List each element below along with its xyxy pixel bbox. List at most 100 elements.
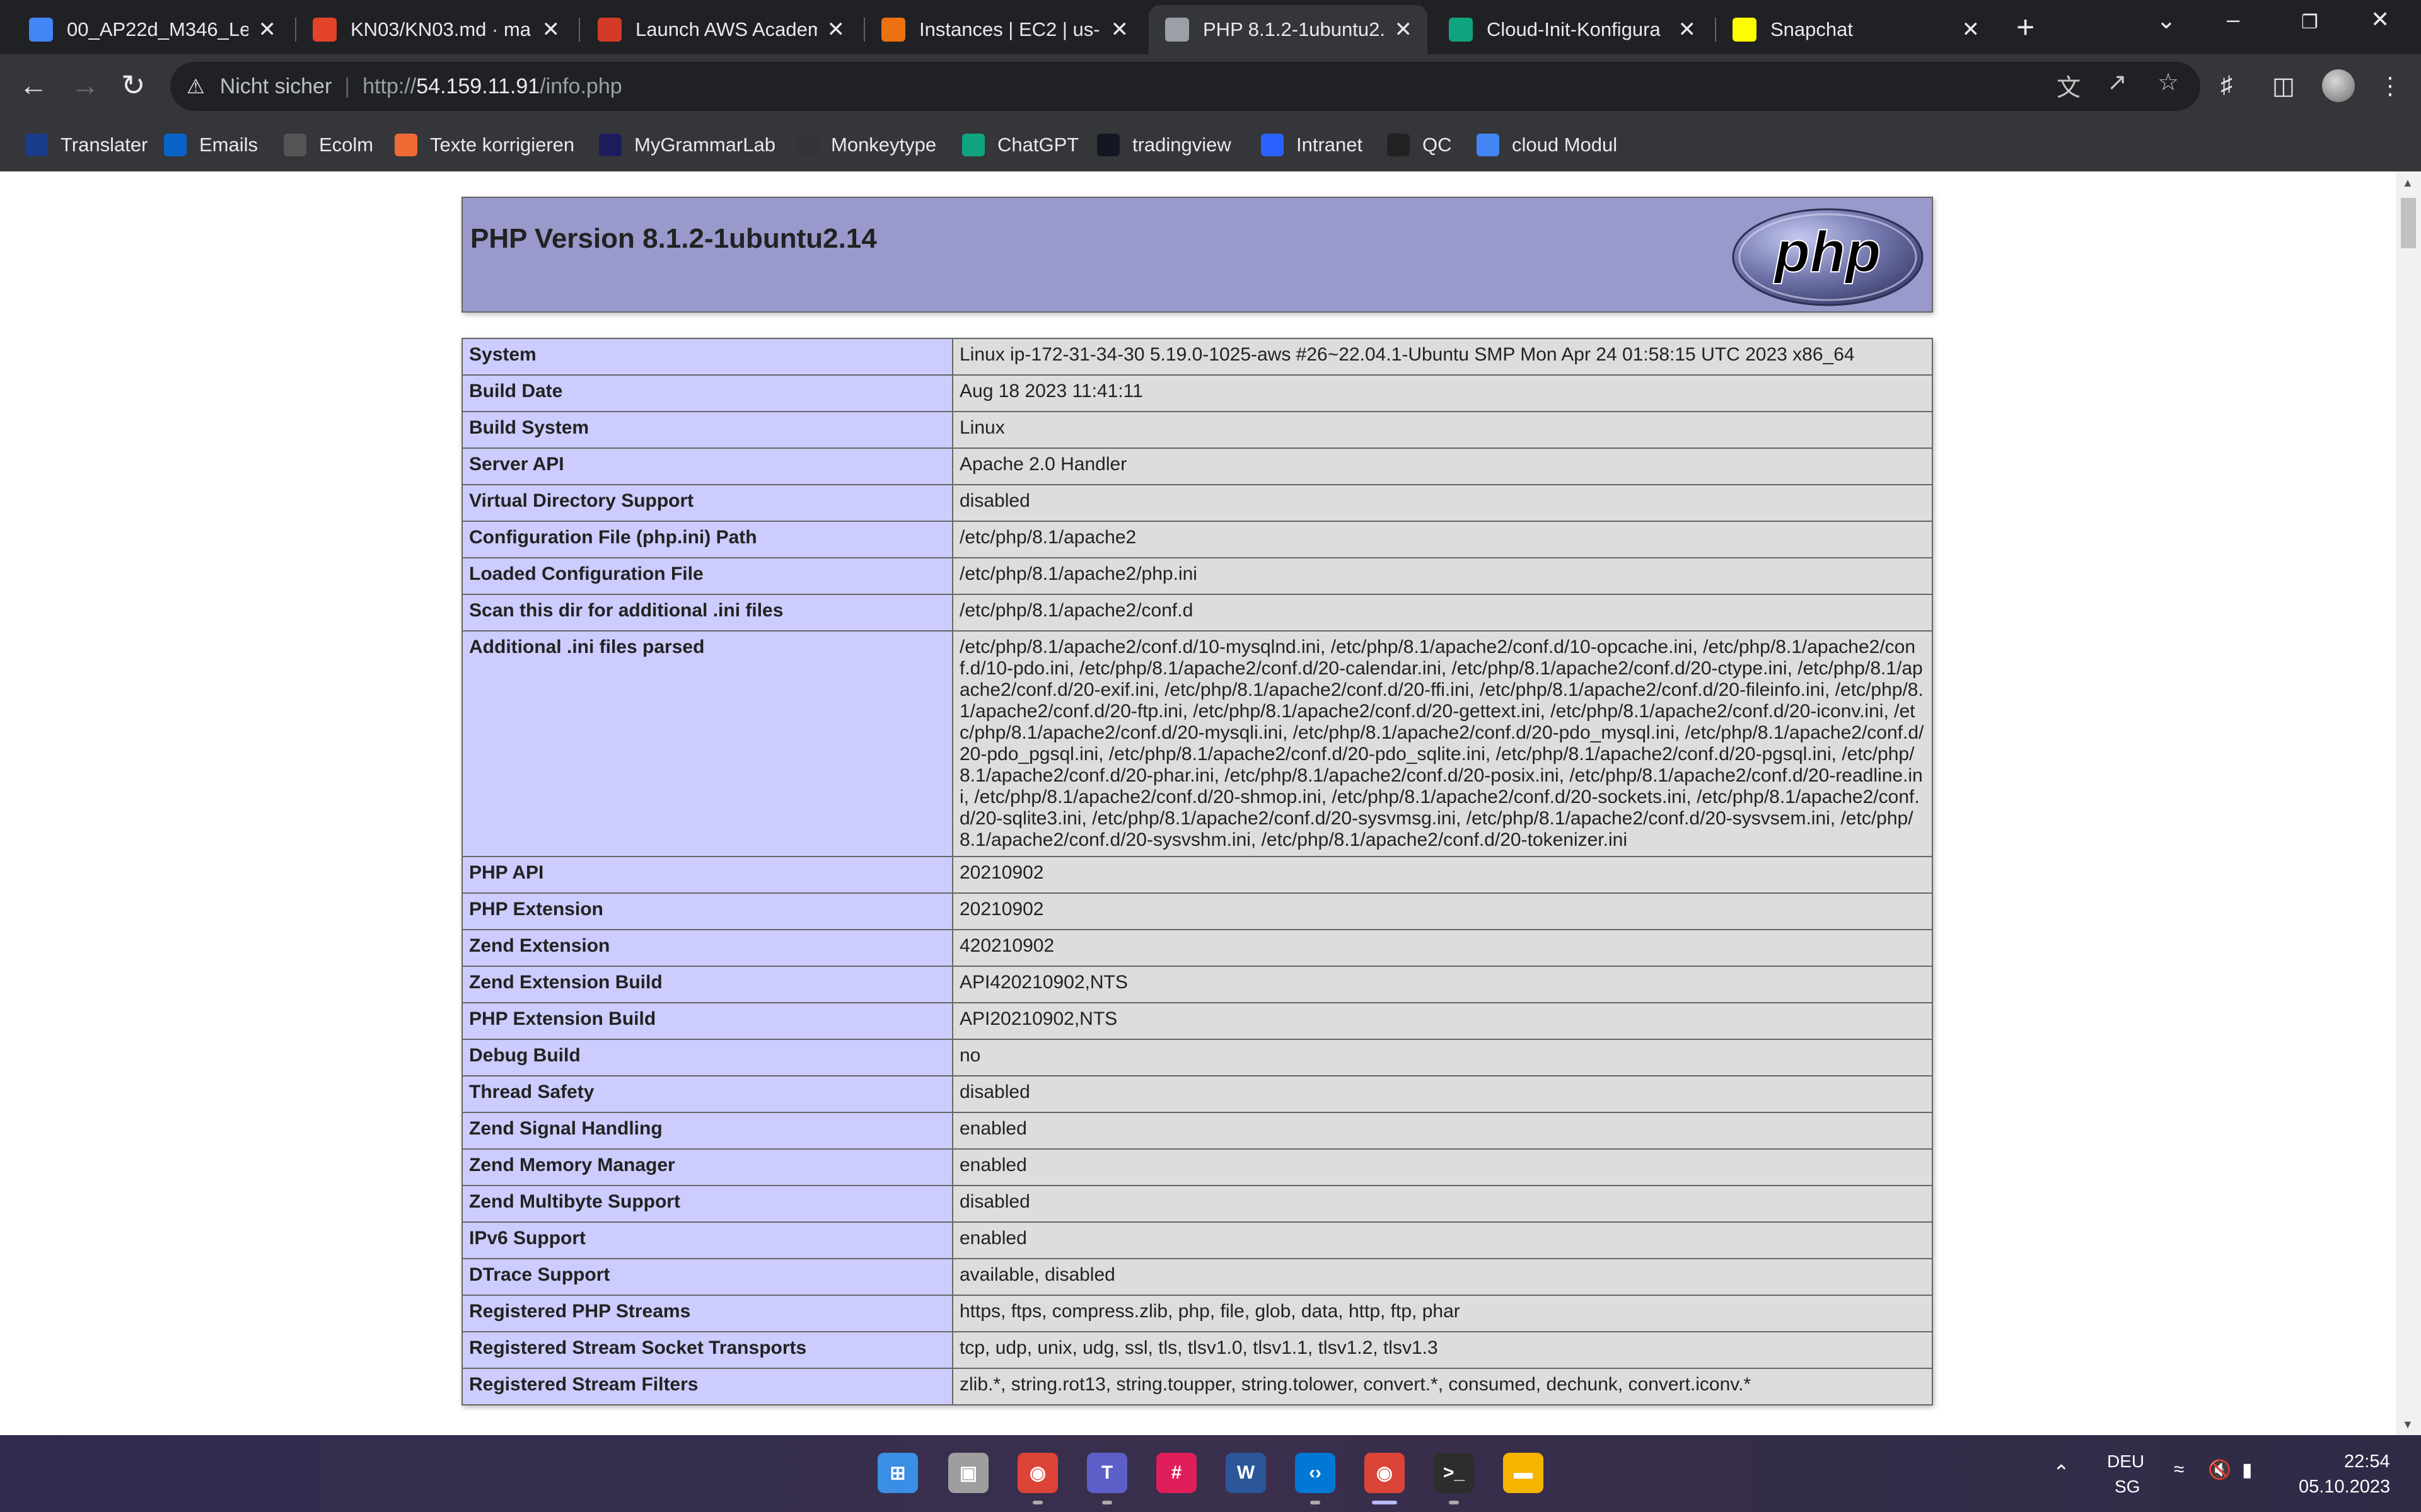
tab-2[interactable]: KN03/KN03.md · mai ✕: [296, 5, 575, 54]
menu-kebab-icon[interactable]: ⋮: [2378, 72, 2402, 100]
tab-close-icon[interactable]: ✕: [258, 17, 277, 42]
battery-icon[interactable]: ▮: [2242, 1459, 2253, 1481]
profile-avatar[interactable]: [2322, 69, 2355, 102]
tab-separator: [579, 18, 580, 42]
table-row: Virtual Directory Support disabled: [462, 484, 1933, 522]
bookmark-label: cloud Modul: [1512, 134, 1618, 156]
task-view-icon[interactable]: ▣: [948, 1453, 989, 1493]
chrome-icon[interactable]: ◉: [1018, 1453, 1058, 1493]
table-row: DTrace Support available, disabled: [462, 1258, 1933, 1296]
tab-search-chevron-icon[interactable]: ⌄: [2156, 6, 2176, 35]
bookmark-tradingview[interactable]: tradingview: [1097, 129, 1231, 161]
table-row: System Linux ip-172-31-34-30 5.19.0-1025-…: [462, 338, 1933, 376]
page-scrollbar[interactable]: ▲ ▼: [2396, 171, 2421, 1435]
row-value: enabled: [952, 1112, 1933, 1150]
row-key: DTrace Support: [462, 1258, 953, 1296]
scrollbar-thumb[interactable]: [2401, 198, 2416, 248]
address-bar[interactable]: ⚠ Nicht sicher | http://54.159.11.91/inf…: [170, 62, 2200, 111]
bookmark-star-icon[interactable]: ☆: [2157, 68, 2179, 96]
bookmark-cloud-modul[interactable]: cloud Modul: [1477, 129, 1617, 161]
clock-date[interactable]: 05.10.2023: [2299, 1477, 2390, 1498]
new-tab-button[interactable]: +: [2016, 9, 2035, 45]
snapchat-icon: [1733, 18, 1756, 42]
bookmark-translater[interactable]: Translater: [25, 129, 148, 161]
bookmark-ecolm[interactable]: Ecolm: [284, 129, 373, 161]
security-label[interactable]: Nicht sicher: [220, 74, 332, 99]
globe-icon: [1165, 18, 1189, 42]
tab-close-icon[interactable]: ✕: [1395, 17, 1413, 42]
tab-close-icon[interactable]: ✕: [1678, 17, 1697, 42]
vscode-icon[interactable]: ‹›: [1295, 1453, 1335, 1493]
table-row: Thread Safety disabled: [462, 1075, 1933, 1113]
close-window-icon[interactable]: ✕: [2371, 6, 2389, 33]
tab-7[interactable]: Snapchat ✕: [1716, 5, 1995, 54]
windows-start-icon[interactable]: ⊞: [878, 1453, 918, 1493]
table-row: Debug Build no: [462, 1039, 1933, 1076]
translate-icon[interactable]: 文: [2057, 68, 2081, 103]
bookmark-label: Ecolm: [319, 134, 374, 156]
ecolm-icon: [284, 134, 306, 156]
table-row: Zend Extension Build API420210902,NTS: [462, 966, 1933, 1003]
scroll-up-arrow-icon[interactable]: ▲: [2402, 176, 2413, 190]
row-key: Zend Signal Handling: [462, 1112, 953, 1150]
tab-close-icon[interactable]: ✕: [1962, 17, 1980, 42]
slack-icon[interactable]: #: [1156, 1453, 1197, 1493]
chrome-icon[interactable]: ◉: [1364, 1453, 1405, 1493]
speaker-muted-icon[interactable]: 🔇: [2208, 1459, 2231, 1481]
tab-3[interactable]: Launch AWS Academ ✕: [581, 5, 860, 54]
clock-time[interactable]: 22:54: [2344, 1451, 2390, 1472]
row-value: disabled: [952, 1075, 1933, 1113]
table-row: Loaded Configuration File/etc/php/8.1/ap…: [462, 557, 1933, 595]
row-value: zlib.*, string.rot13, string.toupper, st…: [952, 1368, 1933, 1405]
tab-close-icon[interactable]: ✕: [542, 17, 560, 42]
tab-close-icon[interactable]: ✕: [827, 17, 845, 42]
php-logo[interactable]: php: [1731, 207, 1924, 308]
folder-icon[interactable]: ▬: [1503, 1453, 1543, 1493]
omnibox-divider: |: [344, 74, 351, 98]
extensions-puzzle-icon[interactable]: ♯: [2221, 72, 2232, 99]
bookmark-chatgpt[interactable]: ChatGPT: [962, 129, 1079, 161]
tab-title: KN03/KN03.md · mai: [351, 18, 532, 40]
tray-overflow-chevron-icon[interactable]: ⌃: [2053, 1460, 2070, 1484]
php-version-title: PHP Version 8.1.2-1ubuntu2.14: [470, 223, 877, 254]
row-value: /etc/php/8.1/apache2/php.ini: [952, 557, 1933, 595]
chatgpt-icon: [1449, 18, 1473, 42]
side-panel-icon[interactable]: ◫: [2272, 72, 2295, 100]
bookmark-mygrammarlab[interactable]: MyGrammarLab: [599, 129, 775, 161]
teams-icon[interactable]: T: [1087, 1453, 1127, 1493]
tab-close-icon[interactable]: ✕: [1111, 17, 1129, 42]
bookmark-monkeytype[interactable]: Monkeytype: [796, 129, 936, 161]
bookmark-intranet[interactable]: Intranet: [1261, 129, 1362, 161]
keyboard-language[interactable]: DEU: [2107, 1451, 2144, 1472]
table-row: Zend Signal Handling enabled: [462, 1112, 1933, 1150]
keyboard-region[interactable]: SG: [2115, 1477, 2140, 1497]
table-row: Zend Extension 420210902: [462, 929, 1933, 967]
scroll-down-arrow-icon[interactable]: ▼: [2402, 1418, 2413, 1431]
row-key: IPv6 Support: [462, 1221, 953, 1259]
word-icon[interactable]: W: [1226, 1453, 1266, 1493]
bookmark-emails[interactable]: Emails: [164, 129, 258, 161]
reload-icon[interactable]: ↻: [121, 68, 146, 102]
bookmark-qc[interactable]: QC: [1387, 129, 1452, 161]
wifi-icon[interactable]: ≈: [2174, 1459, 2184, 1480]
back-arrow-icon[interactable]: ←: [19, 68, 48, 102]
bookmark-texte-korrigieren[interactable]: Texte korrigieren: [395, 129, 574, 161]
terminal-icon[interactable]: >_: [1434, 1453, 1474, 1493]
restore-window-icon[interactable]: ❐: [2301, 11, 2318, 33]
row-key: Scan this dir for additional .ini files: [462, 594, 953, 632]
row-value: tcp, udp, unix, udg, ssl, tls, tlsv1.0, …: [952, 1331, 1933, 1369]
tab-6[interactable]: Cloud-Init-Konfigura ✕: [1432, 5, 1711, 54]
tab-1[interactable]: 00_AP22d_M346_Lern ✕: [13, 5, 291, 54]
bookmark-label: MyGrammarLab: [634, 134, 775, 156]
row-key: Build Date: [462, 374, 953, 412]
tab-4[interactable]: Instances | EC2 | us-e ✕: [865, 5, 1144, 54]
warning-triangle-icon[interactable]: ⚠: [187, 74, 205, 98]
minimize-window-icon[interactable]: –: [2227, 6, 2239, 33]
row-key: Zend Multibyte Support: [462, 1185, 953, 1223]
row-value: 20210902: [952, 856, 1933, 894]
share-icon[interactable]: ↗: [2107, 68, 2127, 96]
bookmarks-bar: Translater Emails Ecolm Texte korrigieren My…: [0, 118, 2421, 173]
forward-arrow-icon[interactable]: →: [71, 68, 100, 102]
tab-5[interactable]: PHP 8.1.2-1ubuntu2. ✕: [1149, 5, 1427, 54]
document-icon: [1261, 134, 1284, 156]
